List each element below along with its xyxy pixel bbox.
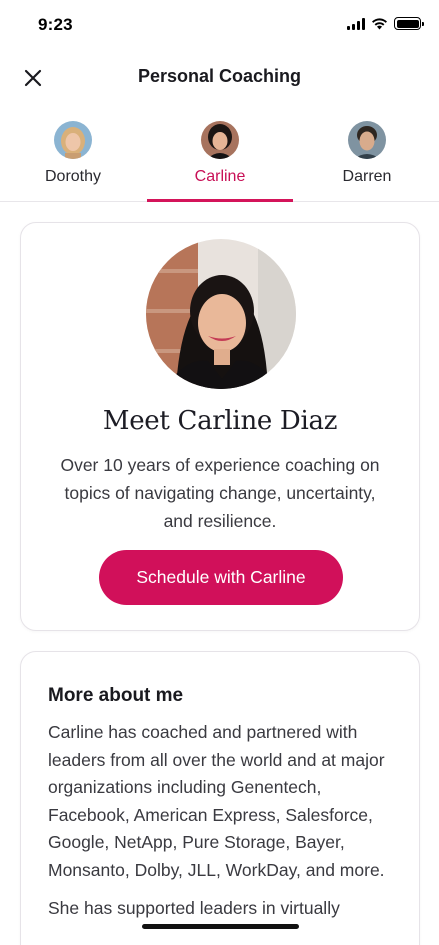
battery-icon: [394, 17, 424, 30]
status-bar: 9:23: [0, 0, 439, 50]
about-heading: More about me: [48, 685, 184, 706]
tab-label: Darren: [342, 168, 392, 185]
tab-carline[interactable]: Carline: [147, 112, 293, 202]
about-paragraph: Carline has coached and partnered with l…: [48, 722, 385, 880]
about-paragraph: She has supported leaders in virtually: [48, 898, 340, 918]
tab-label: Carline: [194, 168, 246, 185]
status-time: 9:23: [38, 15, 73, 34]
coach-tabs: Dorothy Carline Darren: [0, 112, 439, 202]
cellular-signal-icon: [347, 17, 365, 30]
coach-summary: Over 10 years of experience coaching on …: [60, 455, 380, 531]
avatar-dorothy: [54, 121, 92, 159]
about-text: Carline has coached and partnered with l…: [48, 719, 397, 923]
about-card: More about me Carline has coached and pa…: [20, 651, 420, 945]
wifi-icon: [372, 18, 387, 30]
tab-darren[interactable]: Darren: [294, 112, 439, 202]
status-icons: [347, 17, 424, 30]
coach-name-heading: Meet Carline Diaz: [102, 406, 338, 436]
avatar-darren: [348, 121, 386, 159]
coach-photo: [146, 239, 296, 389]
tab-dorothy[interactable]: Dorothy: [0, 112, 146, 202]
tab-label: Dorothy: [44, 168, 102, 185]
coach-profile-card: Meet Carline Diaz Over 10 years of exper…: [20, 222, 420, 631]
schedule-button[interactable]: Schedule with Carline: [99, 550, 343, 605]
home-indicator[interactable]: [142, 924, 299, 929]
header: Personal Coaching: [0, 55, 439, 99]
active-tab-indicator: [147, 199, 293, 202]
page-title: Personal Coaching: [137, 66, 302, 86]
avatar-carline: [201, 121, 239, 159]
